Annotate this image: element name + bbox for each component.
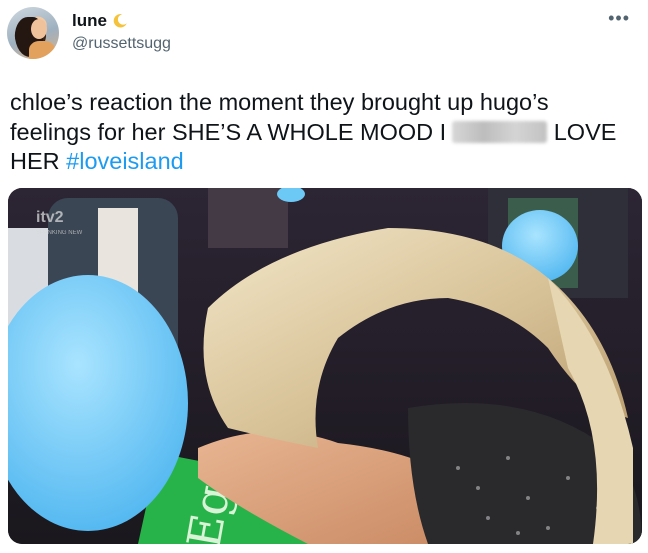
- media-scene: Ego itv2 SPANKING NEW: [8, 188, 642, 544]
- tweet-media-image[interactable]: Ego itv2 SPANKING NEW: [8, 188, 642, 544]
- hashtag-link[interactable]: #loveisland: [66, 148, 184, 174]
- media-watermark-sub: SPANKING NEW: [36, 230, 83, 236]
- more-options-icon[interactable]: •••: [608, 9, 630, 27]
- tweet-text: chloe’s reaction the moment they brought…: [10, 88, 635, 177]
- display-name[interactable]: lune: [72, 11, 107, 31]
- avatar-face: [31, 19, 47, 39]
- avatar-top: [29, 41, 55, 59]
- tweet-card[interactable]: lune @russettsugg ••• chloe’s reaction t…: [0, 0, 648, 553]
- censored-word: [452, 120, 548, 143]
- media-watermark: itv2: [36, 209, 64, 226]
- avatar[interactable]: [7, 7, 59, 59]
- crescent-moon-icon: [113, 14, 127, 28]
- name-row: lune: [72, 11, 129, 31]
- user-handle[interactable]: @russettsugg: [72, 35, 171, 53]
